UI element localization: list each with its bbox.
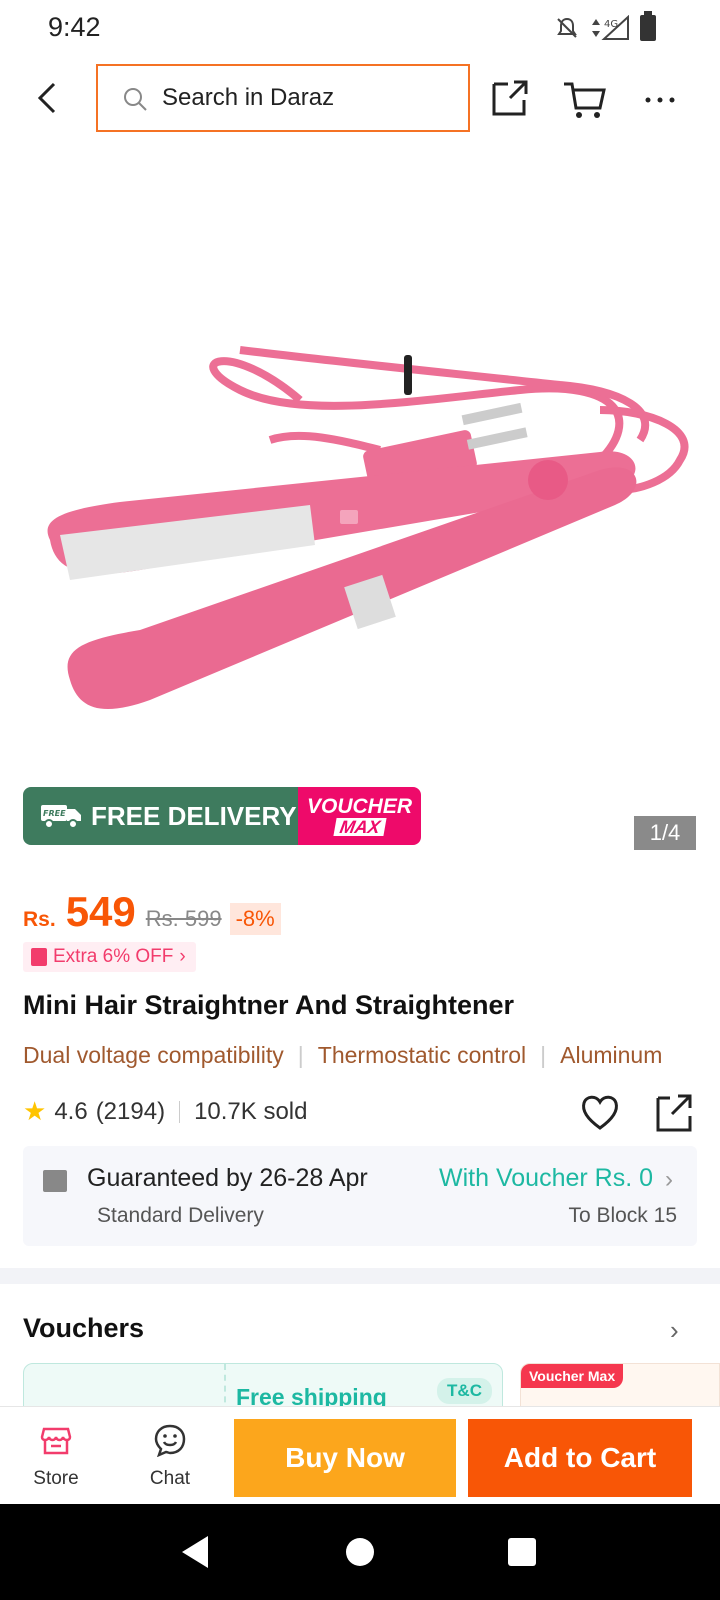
price-row: Rs. 549 Rs. 599 -8% — [23, 888, 281, 936]
chevron-right-icon: › — [665, 1166, 673, 1193]
feature-tag: Aluminum — [560, 1042, 663, 1068]
star-icon: ★ — [23, 1096, 47, 1126]
feature-divider: | — [297, 1042, 304, 1068]
system-nav-bar — [0, 1504, 720, 1600]
share-icon[interactable] — [652, 1090, 696, 1134]
extra-offer-text: Extra 6% OFF — [53, 946, 174, 967]
voucher-shipping-fee: With Voucher Rs. 0 — [439, 1164, 653, 1192]
nav-home-icon[interactable] — [346, 1538, 374, 1566]
status-icons: 4G — [554, 11, 656, 42]
delivery-truck-icon: FREE — [41, 805, 81, 829]
free-delivery-text: FREE DELIVERY — [91, 800, 297, 831]
sold-count: 10.7K sold — [194, 1097, 308, 1125]
signal-icon: 4G — [592, 15, 629, 40]
feature-divider: | — [540, 1042, 547, 1068]
chat-icon — [154, 1424, 186, 1458]
product-title: Mini Hair Straightner And Straightener — [23, 990, 515, 1020]
more-options-icon[interactable] — [636, 74, 684, 122]
chat-label: Chat — [149, 1468, 191, 1489]
voucher-max-tag: Voucher Max — [521, 1364, 624, 1388]
original-price: Rs. 599 — [145, 906, 222, 931]
extra-offer-chip[interactable]: Extra 6% OFF › — [23, 942, 196, 972]
rating-score: 4.6 — [54, 1097, 88, 1125]
nav-back-icon[interactable] — [178, 1534, 212, 1570]
rating-divider — [179, 1100, 181, 1123]
mute-notifications-icon — [557, 17, 577, 38]
status-time: 9:42 — [48, 12, 101, 42]
chat-button[interactable]: Chat — [130, 1417, 210, 1489]
promo-badges: FREE FREE DELIVERY VOUCHER MAX — [23, 787, 421, 845]
product-image[interactable] — [0, 140, 720, 770]
cart-icon[interactable] — [560, 74, 608, 122]
hair-straightener-image — [47, 346, 689, 710]
delivery-location: To Block 15 — [568, 1204, 677, 1227]
wishlist-heart-icon[interactable] — [578, 1090, 622, 1134]
rating-count: (2194) — [95, 1097, 166, 1125]
top-bar: Search in Daraz — [0, 62, 720, 134]
image-counter: 1/4 — [634, 816, 696, 850]
store-button[interactable]: Store — [16, 1417, 96, 1489]
battery-icon — [640, 11, 656, 41]
feature-tag: Dual voltage compatibility — [23, 1042, 284, 1068]
back-icon[interactable] — [28, 78, 68, 118]
section-divider — [0, 1268, 720, 1284]
search-input[interactable]: Search in Daraz — [96, 64, 470, 132]
voucher-line1: VOUCHER — [306, 795, 412, 818]
price-value: 549 — [65, 888, 136, 935]
feature-tags: Dual voltage compatibility | Thermostatic … — [23, 1042, 697, 1069]
price-currency: Rs. — [23, 908, 56, 931]
discount-badge: -8% — [229, 903, 281, 935]
bottom-action-bar: Store Chat Buy Now Add to Cart — [0, 1406, 720, 1504]
free-label: FREE — [43, 809, 66, 818]
rating-row[interactable]: ★ 4.6 (2194) 10.7K sold — [23, 1096, 307, 1127]
add-to-cart-button[interactable]: Add to Cart — [468, 1419, 692, 1497]
package-icon — [43, 1170, 67, 1192]
search-placeholder: Search in Daraz — [162, 84, 335, 111]
buy-now-button[interactable]: Buy Now — [234, 1419, 456, 1497]
coupon-tag-icon — [31, 948, 47, 966]
feature-tag: Thermostatic control — [317, 1042, 527, 1068]
free-delivery-badge: FREE FREE DELIVERY — [23, 787, 298, 845]
delivery-method: Standard Delivery — [97, 1204, 264, 1227]
chevron-right-icon[interactable]: › — [670, 1315, 679, 1346]
vouchers-heading: Vouchers — [23, 1313, 145, 1343]
nav-recents-icon[interactable] — [508, 1538, 536, 1566]
terms-button[interactable]: T&C — [437, 1378, 492, 1404]
store-label: Store — [33, 1468, 79, 1489]
share-icon[interactable] — [486, 74, 534, 122]
delivery-guarantee: Guaranteed by 26-28 Apr — [87, 1164, 368, 1192]
delivery-info[interactable]: Guaranteed by 26-28 Apr Standard Deliver… — [23, 1146, 697, 1246]
network-type: 4G — [604, 19, 618, 30]
status-bar: 9:42 4G — [0, 0, 720, 56]
voucher-max-badge: VOUCHER MAX — [298, 787, 421, 845]
search-icon — [124, 88, 147, 111]
voucher-line2: MAX — [332, 817, 387, 837]
store-icon — [40, 1427, 72, 1455]
chevron-right-icon: › — [179, 946, 186, 967]
